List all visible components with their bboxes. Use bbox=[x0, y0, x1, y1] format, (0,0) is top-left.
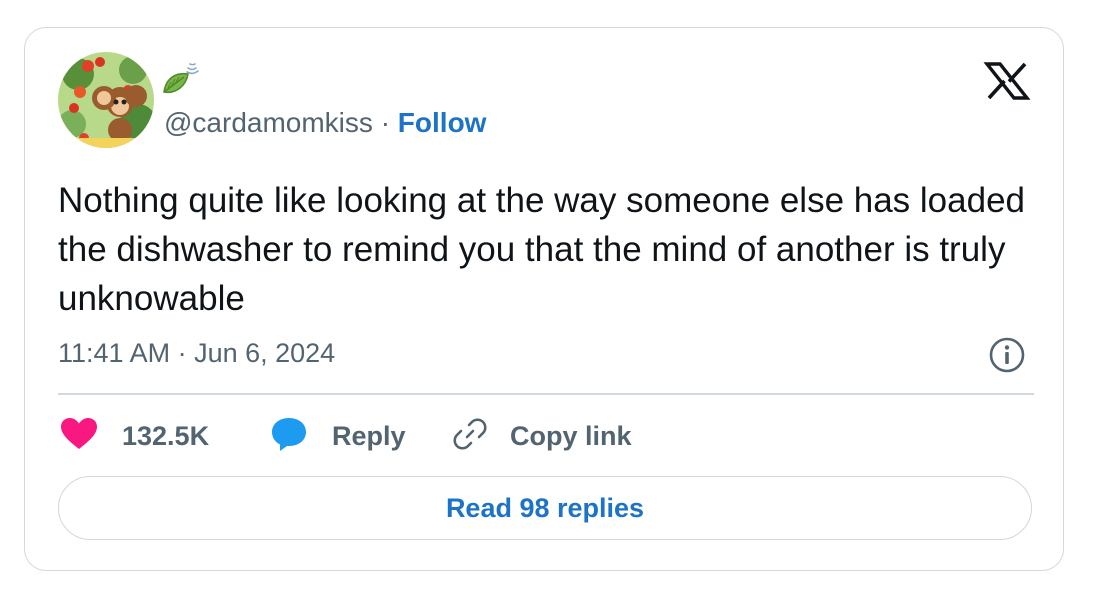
copy-link-button[interactable]: Copy link bbox=[452, 414, 632, 458]
info-icon[interactable] bbox=[988, 336, 1026, 374]
divider bbox=[58, 393, 1034, 395]
author-handle-row: @cardamomkiss · Follow bbox=[164, 105, 486, 141]
read-replies-button[interactable]: Read 98 replies bbox=[58, 476, 1032, 540]
heart-icon bbox=[60, 417, 98, 456]
speech-bubble-icon bbox=[270, 416, 308, 457]
link-icon bbox=[452, 416, 488, 457]
author-handle[interactable]: @cardamomkiss bbox=[164, 107, 373, 138]
handle-separator: · bbox=[380, 107, 398, 138]
follow-button[interactable]: Follow bbox=[398, 107, 487, 138]
like-button[interactable]: 132.5K bbox=[60, 414, 209, 458]
copy-link-label: Copy link bbox=[510, 420, 632, 451]
leaf-fluttering-in-wind-icon bbox=[160, 62, 200, 98]
reply-label: Reply bbox=[332, 420, 406, 451]
likes-count: 132.5K bbox=[122, 420, 210, 451]
avatar[interactable] bbox=[58, 52, 154, 148]
x-logo-icon[interactable] bbox=[982, 62, 1032, 100]
tweet-timestamp[interactable]: 11:41 AM · Jun 6, 2024 bbox=[58, 336, 335, 370]
tweet-text: Nothing quite like looking at the way so… bbox=[58, 181, 1026, 318]
reply-button[interactable]: Reply bbox=[270, 414, 406, 458]
